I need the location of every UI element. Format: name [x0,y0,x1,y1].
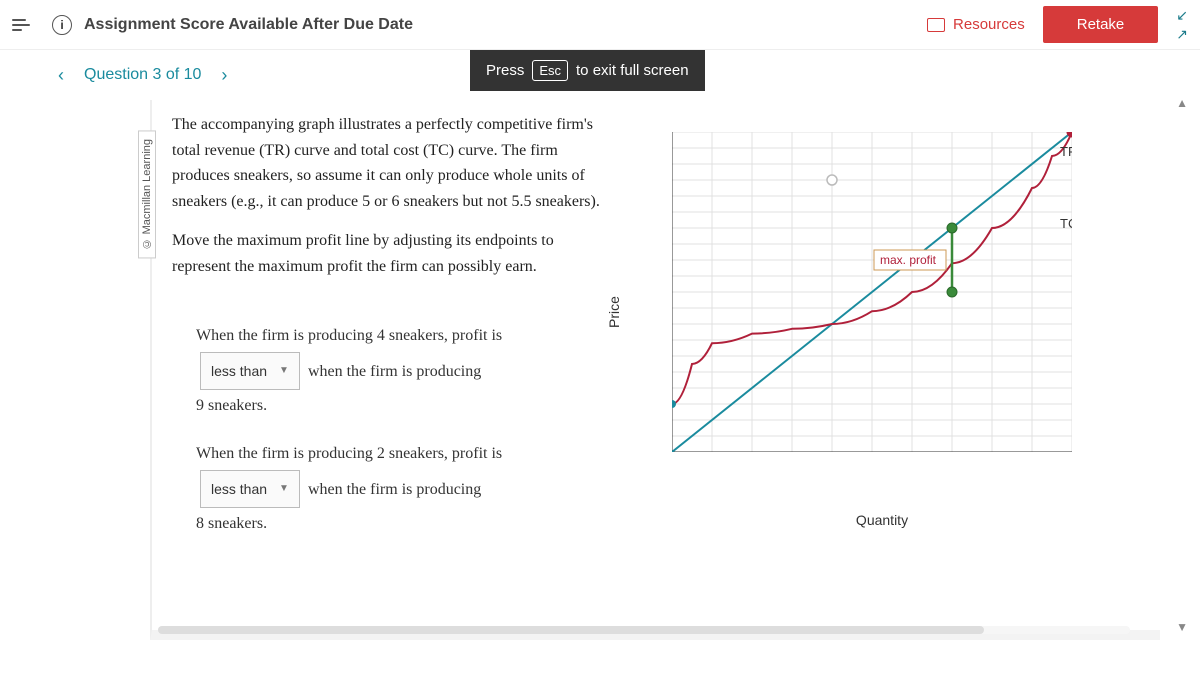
q1-post: when the firm is producing [308,363,481,380]
assignment-title: Assignment Score Available After Due Dat… [84,16,413,34]
q1-pre: When the firm is producing 4 sneakers, p… [196,327,502,344]
max-profit-label: max. profit [880,253,937,267]
profit-handle-bottom[interactable] [947,287,957,297]
resources-button[interactable]: Resources [927,16,1025,33]
y-axis-label: Price [606,296,622,328]
prompt-paragraph: The accompanying graph illustrates a per… [172,112,612,214]
q2-end: 8 sneakers. [196,515,267,532]
sub-question-1: When the firm is producing 4 sneakers, p… [196,320,612,422]
tr-label: TR [1060,144,1072,159]
q2-post: when the firm is producing [308,481,481,498]
q2-dropdown[interactable]: less than ▼ [200,470,300,508]
esc-prefix: Press [486,62,524,79]
folder-icon [927,18,945,32]
tc-label: TC [1060,216,1072,231]
horizontal-scrollbar[interactable] [158,626,1130,634]
tr-origin-point [672,400,676,408]
menu-icon[interactable] [12,19,36,31]
scroll-up-arrow[interactable]: ▲ [1176,96,1188,110]
scroll-down-arrow[interactable]: ▼ [1176,620,1188,634]
copyright-tab: © Macmillan Learning [138,130,156,258]
info-icon[interactable]: i [52,15,72,35]
scrollbar-thumb[interactable] [158,626,984,634]
question-counter: Question 3 of 10 [84,66,201,84]
q2-dropdown-value: less than [211,475,267,503]
profit-handle-top[interactable] [947,223,957,233]
main-panel: © Macmillan Learning The accompanying gr… [150,100,1160,640]
top-bar: i Assignment Score Available After Due D… [0,0,1200,50]
fullscreen-hint: Press Esc to exit full screen [470,50,705,91]
esc-key: Esc [532,60,568,81]
q2-pre: When the firm is producing 2 sneakers, p… [196,445,502,462]
next-question-button[interactable]: › [213,61,235,90]
retake-button[interactable]: Retake [1043,6,1159,43]
q1-end: 9 sneakers. [196,397,267,414]
caret-icon: ▼ [279,479,289,499]
resources-label: Resources [953,16,1025,33]
prev-question-button[interactable]: ‹ [50,61,72,90]
q1-dropdown[interactable]: less than ▼ [200,352,300,390]
question-text-column: The accompanying graph illustrates a per… [172,112,612,618]
sub-question-2: When the firm is producing 2 sneakers, p… [196,438,612,540]
caret-icon: ▼ [279,361,289,381]
chart[interactable]: Price Quantity 0123456789101112131415161… [642,132,1122,492]
x-axis-label: Quantity [856,512,908,528]
hollow-marker[interactable] [827,175,837,185]
prompt-instruction: Move the maximum profit line by adjustin… [172,228,612,279]
collapse-icon[interactable]: ↙↗ [1176,7,1188,43]
q1-dropdown-value: less than [211,357,267,385]
esc-suffix: to exit full screen [576,62,689,79]
chart-svg[interactable]: 01234567891011121314151617181920 0123456… [672,132,1072,452]
